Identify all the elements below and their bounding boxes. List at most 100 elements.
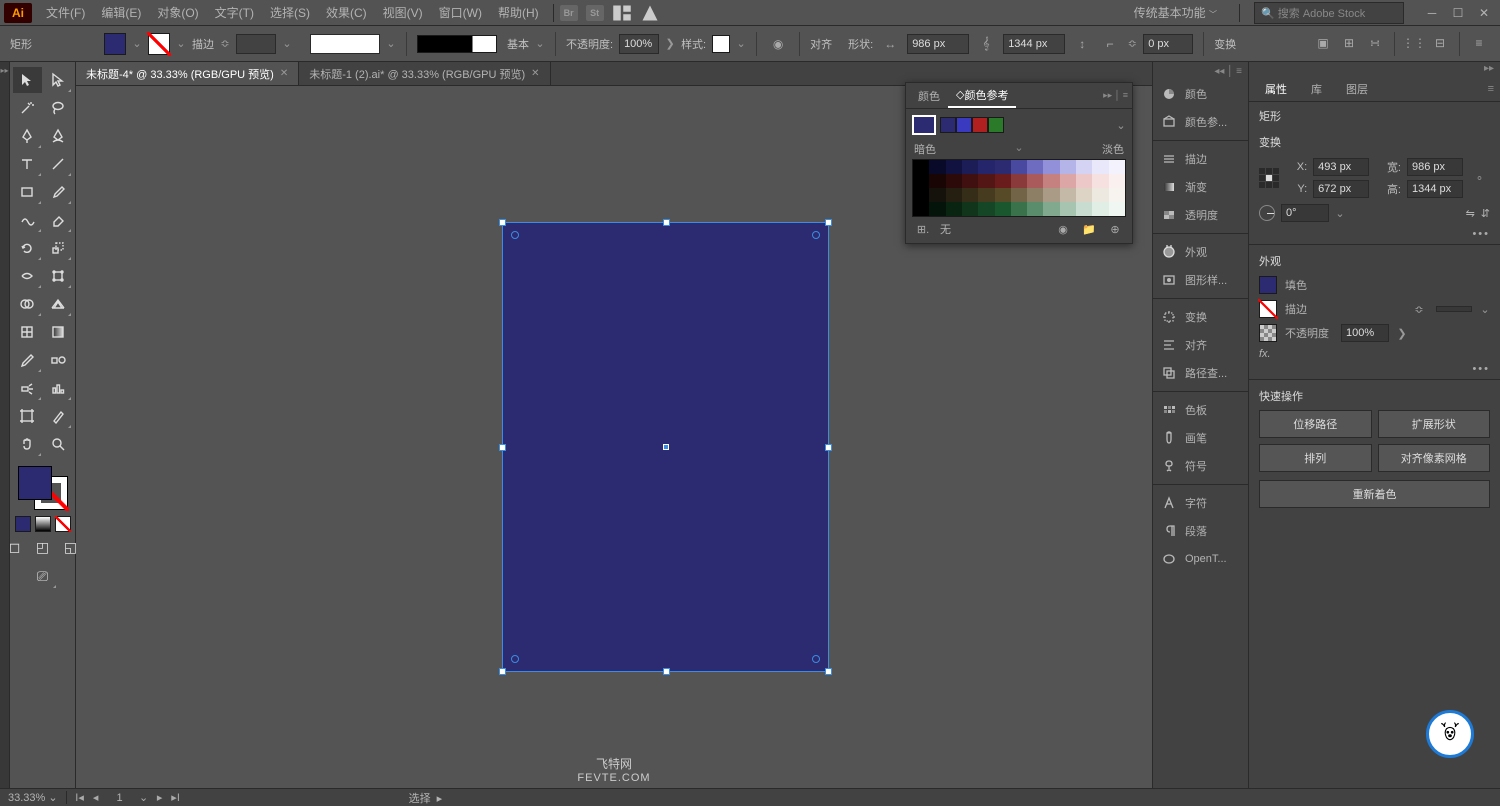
shaper-tool[interactable] [13, 207, 42, 233]
shade-cell[interactable] [1109, 202, 1125, 216]
height-field[interactable]: 1344 px [1407, 180, 1463, 198]
new-group-icon[interactable]: ⊕ [1106, 221, 1124, 237]
workspace-switcher[interactable]: 传统基本功能 ﹀ [1126, 2, 1225, 23]
tab-color-guide[interactable]: ◇ 颜色参考 [948, 83, 1016, 108]
strip-item-align[interactable]: 对齐 [1153, 331, 1248, 359]
strip-item-gradient[interactable]: 渐变 [1153, 173, 1248, 201]
rotate-tool[interactable] [13, 235, 42, 261]
shade-cell[interactable] [1043, 188, 1059, 202]
status-selection[interactable]: 选择▸ [409, 790, 443, 806]
shade-cell[interactable] [1076, 160, 1092, 174]
width-tool[interactable] [13, 263, 42, 289]
corner-stepper[interactable]: ≎ [1127, 37, 1137, 50]
free-transform-tool[interactable] [44, 263, 73, 289]
shade-cell[interactable] [1027, 160, 1043, 174]
document-tab-2[interactable]: 未标题-1 (2).ai* @ 33.33% (RGB/GPU 预览)✕ [299, 62, 550, 85]
shade-cell[interactable] [995, 160, 1011, 174]
menu-window[interactable]: 窗口(W) [431, 0, 490, 26]
shade-cell[interactable] [978, 202, 994, 216]
strip-item-brushes[interactable]: 画笔 [1153, 424, 1248, 452]
gradient-tool[interactable] [44, 319, 73, 345]
limit-colors-icon[interactable]: ⊞. [914, 221, 932, 237]
strip-item-graphicStyles[interactable]: 图形样... [1153, 266, 1248, 294]
isolate-icon[interactable]: ▣ [1312, 32, 1334, 54]
bridge-icon[interactable]: Br [560, 5, 578, 21]
shade-cell[interactable] [1060, 160, 1076, 174]
shade-grid[interactable] [912, 159, 1126, 217]
reference-point[interactable] [1259, 168, 1279, 188]
gradient-mode-btn[interactable] [35, 516, 51, 532]
resize-handle-sw[interactable] [499, 668, 506, 675]
transform-more[interactable]: ••• [1249, 228, 1500, 244]
screen-mode-btn[interactable]: ⎚ [29, 563, 57, 589]
strip-item-transform[interactable]: 变换 [1153, 303, 1248, 331]
angle-dd[interactable]: ⌄ [1335, 207, 1345, 220]
fill-stroke-indicator[interactable] [16, 464, 70, 512]
strip-item-transparency[interactable]: 透明度 [1153, 201, 1248, 229]
angle-field[interactable]: 0° [1281, 204, 1329, 222]
recolor-icon[interactable]: ◉ [767, 33, 789, 55]
width-profile[interactable] [417, 35, 497, 53]
quick-align-pixel[interactable]: 对齐像素网格 [1378, 444, 1491, 472]
width-field[interactable]: 986 px [1407, 158, 1463, 176]
resize-handle-ne[interactable] [825, 219, 832, 226]
corner-widget-se[interactable] [812, 655, 820, 663]
transform-label[interactable]: 变换 [1214, 36, 1236, 52]
selection-tool[interactable] [13, 67, 42, 93]
artboard-tool[interactable] [13, 403, 42, 429]
tab-properties[interactable]: 属性 [1253, 76, 1299, 101]
snap-pixel-icon[interactable]: ⊞ [1338, 32, 1360, 54]
fx-label[interactable]: fx. [1259, 348, 1271, 360]
link-wh-icon[interactable]: 𝄞 [975, 33, 997, 55]
paintbrush-tool[interactable] [44, 179, 73, 205]
shade-cell[interactable] [1076, 202, 1092, 216]
panel-collapse[interactable]: ▸▸ [1249, 62, 1500, 76]
gpu-preview-icon[interactable] [640, 3, 660, 23]
style-dd[interactable]: ⌄ [736, 37, 746, 50]
close-button[interactable]: ✕ [1472, 5, 1496, 21]
prefs-icon[interactable]: ⋮⋮ [1403, 32, 1425, 54]
strip-item-appearance[interactable]: 外观 [1153, 238, 1248, 266]
corner-radius-field[interactable]: 0 px [1143, 34, 1193, 54]
next-artboard-icon[interactable]: ▸ [153, 791, 167, 804]
flip-h-icon[interactable]: ⇋ [1466, 207, 1475, 220]
strip-item-colorGuide[interactable]: 颜色参... [1153, 108, 1248, 136]
shade-cell[interactable] [1060, 188, 1076, 202]
stroke-w-stepper[interactable]: ≎ [1414, 303, 1424, 316]
corner-icon[interactable]: ⌐ [1099, 33, 1121, 55]
shade-cell[interactable] [913, 160, 929, 174]
color-guide-panel[interactable]: 颜色 ◇ 颜色参考 ▸▸ │ ≡ ⌄ 暗色 ⌄ 淡色 ⊞. 无 ◉ 📁 ⊕ [905, 82, 1133, 244]
symbol-sprayer-tool[interactable] [13, 375, 42, 401]
menu-view[interactable]: 视图(V) [375, 0, 431, 26]
shade-cell[interactable] [978, 188, 994, 202]
stroke-label[interactable]: 描边 [192, 36, 214, 52]
save-group-icon[interactable]: 📁 [1080, 221, 1098, 237]
corner-widget-nw[interactable] [511, 231, 519, 239]
strip-item-symbols[interactable]: 符号 [1153, 452, 1248, 480]
selected-rectangle[interactable] [502, 222, 829, 672]
quick-expand-shape[interactable]: 扩展形状 [1378, 410, 1491, 438]
shape-width-field[interactable]: 986 px [907, 34, 969, 54]
shade-cell[interactable] [1109, 160, 1125, 174]
hand-tool[interactable] [13, 431, 42, 457]
maximize-button[interactable]: ☐ [1446, 5, 1470, 21]
shape-height-field[interactable]: 1344 px [1003, 34, 1065, 54]
opacity-field[interactable]: 100% [1341, 324, 1389, 342]
draw-behind-icon[interactable]: ◰ [32, 537, 54, 557]
quick-offset-path[interactable]: 位移路径 [1259, 410, 1372, 438]
eyedropper-tool[interactable] [13, 347, 42, 373]
stroke-weight-dd[interactable]: ⌄ [282, 37, 292, 50]
tab-libraries[interactable]: 库 [1299, 76, 1334, 101]
fill-swatch[interactable] [1259, 276, 1277, 294]
shade-cell[interactable] [1076, 188, 1092, 202]
resize-handle-e[interactable] [825, 444, 832, 451]
shape-builder-tool[interactable] [13, 291, 42, 317]
shade-cell[interactable] [1027, 188, 1043, 202]
toolbox-collapse[interactable]: ▸▸ [0, 62, 10, 788]
minimize-button[interactable]: ─ [1420, 5, 1444, 21]
corner-widget-sw[interactable] [511, 655, 519, 663]
shade-cell[interactable] [913, 202, 929, 216]
shade-cell[interactable] [913, 174, 929, 188]
shade-cell[interactable] [946, 174, 962, 188]
shade-cell[interactable] [995, 202, 1011, 216]
